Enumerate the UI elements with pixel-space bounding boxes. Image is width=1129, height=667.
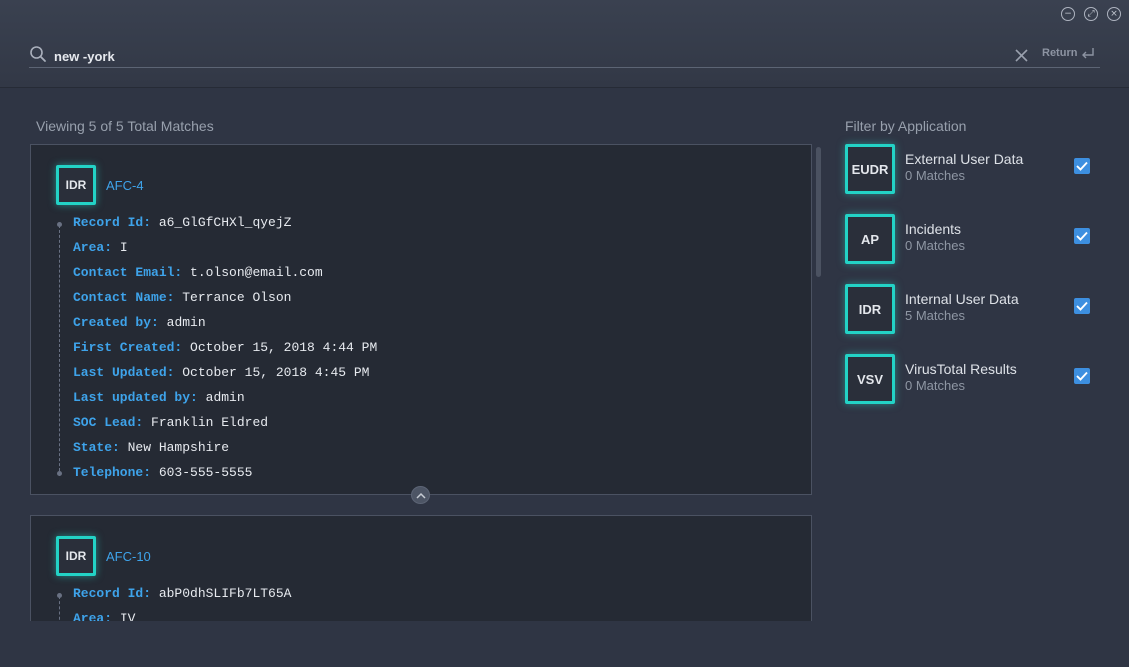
field-row: Last Updated: October 15, 2018 4:45 PM	[73, 364, 377, 389]
field-key: Created by:	[73, 315, 159, 330]
results-scrollbar[interactable]	[816, 147, 821, 277]
field-key: Contact Name:	[73, 290, 175, 305]
filter-item-idr: IDR Internal User Data 5 Matches	[845, 284, 1095, 334]
field-value: I	[119, 240, 128, 255]
search-header: − ⤢ × Return	[0, 0, 1129, 88]
field-value: t.olson@email.com	[190, 265, 323, 280]
field-value: abP0dhSLIFb7LT65A	[158, 586, 292, 601]
record-link[interactable]: AFC-10	[106, 549, 151, 564]
checkmark-icon	[1076, 371, 1088, 381]
filter-app-name: Incidents	[905, 221, 962, 237]
field-value: a6_GlGfCHXl_qyejZ	[158, 215, 292, 230]
field-key: First Created:	[73, 340, 183, 355]
field-value: Terrance Olson	[182, 290, 292, 305]
field-key: Telephone:	[73, 465, 152, 480]
minimize-icon[interactable]: −	[1061, 7, 1075, 21]
field-value: October 15, 2018 4:44 PM	[190, 340, 378, 355]
field-value: October 15, 2018 4:45 PM	[182, 365, 370, 380]
return-button[interactable]: Return	[1042, 47, 1095, 59]
filter-match-count: 0 Matches	[905, 168, 965, 183]
checkmark-icon	[1076, 231, 1088, 241]
app-badge-eudr: EUDR	[845, 144, 895, 194]
field-key: Contact Email:	[73, 265, 183, 280]
filter-match-count: 0 Matches	[905, 238, 965, 253]
app-badge-vsv: VSV	[845, 354, 895, 404]
field-row: Telephone: 603-555-5555	[73, 464, 377, 489]
timeline-line	[57, 222, 62, 476]
timeline-dot	[57, 222, 62, 227]
app-badge-idr: IDR	[56, 165, 96, 205]
timeline-line	[57, 593, 62, 621]
field-row: Record Id: abP0dhSLIFb7LT65A	[73, 585, 291, 610]
checkmark-icon	[1076, 161, 1088, 171]
field-row: SOC Lead: Franklin Eldred	[73, 414, 377, 439]
field-row: Record Id: a6_GlGfCHXl_qyejZ	[73, 214, 377, 239]
result-card: IDR AFC-10 Record Id: abP0dhSLIFb7LT65A …	[30, 515, 812, 621]
return-label: Return	[1042, 47, 1078, 59]
field-key: Record Id:	[73, 215, 152, 230]
search-input[interactable]	[54, 46, 854, 66]
filter-checkbox-eudr[interactable]	[1074, 158, 1090, 174]
filter-checkbox-idr[interactable]	[1074, 298, 1090, 314]
filter-match-count: 0 Matches	[905, 378, 965, 393]
timeline-dot	[57, 593, 62, 598]
filter-match-count: 5 Matches	[905, 308, 965, 323]
search-icon	[30, 46, 46, 62]
field-row: Created by: admin	[73, 314, 377, 339]
restore-icon[interactable]: ⤢	[1084, 7, 1098, 21]
filter-checkbox-vsv[interactable]	[1074, 368, 1090, 384]
field-value: 603-555-5555	[158, 465, 253, 480]
app-badge-ap: AP	[845, 214, 895, 264]
timeline-dot	[57, 471, 62, 476]
field-key: Area:	[73, 611, 113, 621]
field-value: admin	[205, 390, 245, 405]
close-icon[interactable]: ×	[1107, 7, 1121, 21]
record-fields: Record Id: abP0dhSLIFb7LT65A Area: IV	[73, 585, 291, 621]
app-badge-idr: IDR	[56, 536, 96, 576]
app-badge-idr: IDR	[845, 284, 895, 334]
filter-item-ap: AP Incidents 0 Matches	[845, 214, 1095, 264]
window-controls: − ⤢ ×	[1061, 7, 1121, 21]
field-value: IV	[119, 611, 136, 621]
field-key: SOC Lead:	[73, 415, 144, 430]
return-icon	[1082, 48, 1095, 59]
search-bar: Return	[29, 44, 1100, 68]
field-row: Last updated by: admin	[73, 389, 377, 414]
results-list: IDR AFC-4 Record Id: a6_GlGfCHXl_qyejZ A…	[30, 144, 812, 621]
field-value: Franklin Eldred	[151, 415, 269, 430]
collapse-button[interactable]	[411, 486, 430, 504]
field-row: Area: I	[73, 239, 377, 264]
field-key: Record Id:	[73, 586, 152, 601]
results-count-text: Viewing 5 of 5 Total Matches	[36, 118, 214, 134]
filter-app-name: VirusTotal Results	[905, 361, 1017, 377]
filter-item-vsv: VSV VirusTotal Results 0 Matches	[845, 354, 1095, 404]
field-value: New Hampshire	[127, 440, 230, 455]
clear-icon[interactable]	[1015, 49, 1028, 62]
filter-app-name: External User Data	[905, 151, 1024, 167]
field-value: admin	[166, 315, 206, 330]
field-row: Contact Email: t.olson@email.com	[73, 264, 377, 289]
field-key: Last Updated:	[73, 365, 175, 380]
chevron-up-icon	[415, 492, 426, 499]
record-link[interactable]: AFC-4	[106, 178, 144, 193]
field-row: Contact Name: Terrance Olson	[73, 289, 377, 314]
field-row: Area: IV	[73, 610, 291, 621]
result-card: IDR AFC-4 Record Id: a6_GlGfCHXl_qyejZ A…	[30, 144, 812, 495]
filter-title: Filter by Application	[845, 118, 967, 134]
filter-item-eudr: EUDR External User Data 0 Matches	[845, 144, 1095, 194]
field-key: State:	[73, 440, 120, 455]
field-row: First Created: October 15, 2018 4:44 PM	[73, 339, 377, 364]
checkmark-icon	[1076, 301, 1088, 311]
record-fields: Record Id: a6_GlGfCHXl_qyejZ Area: I Con…	[73, 214, 377, 489]
field-key: Last updated by:	[73, 390, 198, 405]
filter-app-name: Internal User Data	[905, 291, 1019, 307]
field-row: State: New Hampshire	[73, 439, 377, 464]
field-key: Area:	[73, 240, 113, 255]
filter-checkbox-ap[interactable]	[1074, 228, 1090, 244]
